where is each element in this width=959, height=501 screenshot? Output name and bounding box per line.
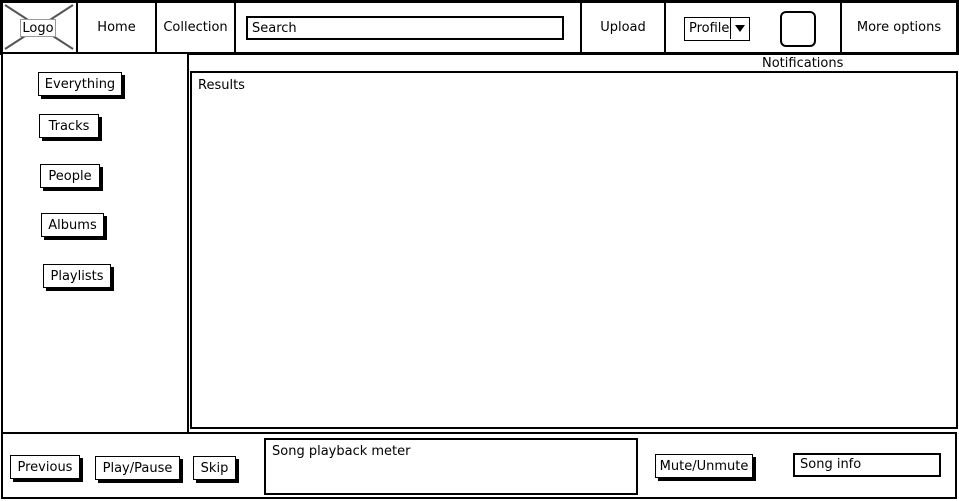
- search-input-text: Search: [252, 20, 297, 36]
- previous-button[interactable]: Previous: [10, 455, 80, 479]
- more-options-label: More options: [856, 20, 942, 35]
- skip-button[interactable]: Skip: [193, 456, 236, 480]
- filter-people-label: People: [48, 168, 92, 184]
- profile-area: Profile: [665, 2, 841, 53]
- profile-dropdown-toggle[interactable]: [730, 18, 749, 39]
- song-info-box: Song info: [793, 453, 941, 477]
- filter-everything[interactable]: Everything: [38, 72, 122, 96]
- filter-albums-label: Albums: [48, 217, 97, 233]
- mute-unmute-button[interactable]: Mute/Unmute: [655, 454, 753, 478]
- logo-label: Logo: [22, 20, 54, 36]
- notifications-label: Notifications: [762, 56, 844, 71]
- nav-home[interactable]: Home: [77, 2, 156, 53]
- song-playback-meter[interactable]: Song playback meter: [264, 438, 638, 495]
- sidebar: [1, 52, 189, 436]
- logo-label-box: Logo: [20, 19, 56, 37]
- filter-people[interactable]: People: [40, 164, 100, 188]
- logo-placeholder: Logo: [2, 2, 77, 53]
- filter-everything-label: Everything: [44, 76, 116, 92]
- profile-label: Profile: [689, 21, 730, 36]
- upload-label: Upload: [600, 20, 646, 35]
- song-info-label: Song info: [800, 457, 862, 472]
- skip-label: Skip: [200, 460, 229, 476]
- search-area: Search: [235, 2, 581, 53]
- nav-collection-label: Collection: [163, 20, 228, 35]
- previous-label: Previous: [17, 459, 73, 475]
- profile-dropdown[interactable]: Profile: [684, 17, 750, 41]
- song-playback-meter-label: Song playback meter: [272, 444, 411, 459]
- notifications-icon[interactable]: [780, 11, 816, 47]
- results-panel: Results: [190, 71, 958, 429]
- filter-tracks[interactable]: Tracks: [39, 114, 99, 138]
- filter-playlists[interactable]: Playlists: [43, 264, 111, 288]
- play-pause-button[interactable]: Play/Pause: [95, 456, 180, 480]
- filter-albums[interactable]: Albums: [41, 213, 104, 237]
- play-pause-label: Play/Pause: [102, 460, 173, 476]
- mute-unmute-label: Mute/Unmute: [659, 458, 749, 474]
- nav-collection[interactable]: Collection: [156, 2, 235, 53]
- filter-tracks-label: Tracks: [48, 118, 90, 134]
- results-label: Results: [198, 78, 245, 93]
- more-options-button[interactable]: More options: [841, 2, 957, 53]
- upload-button[interactable]: Upload: [581, 2, 665, 53]
- chevron-down-icon: [735, 25, 745, 32]
- search-input[interactable]: Search: [246, 16, 564, 40]
- nav-home-label: Home: [97, 20, 136, 35]
- filter-playlists-label: Playlists: [50, 268, 104, 284]
